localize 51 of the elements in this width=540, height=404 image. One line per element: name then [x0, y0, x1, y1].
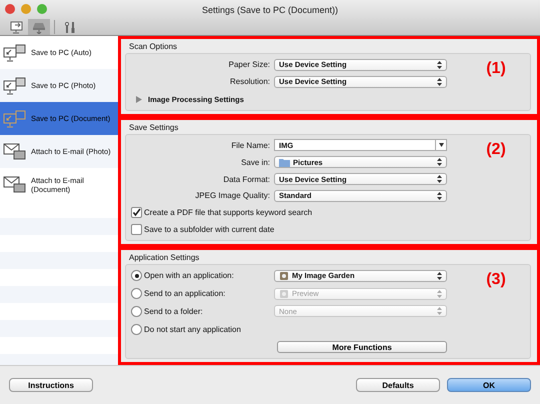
- tools-icon: [63, 20, 77, 34]
- radio-button[interactable]: [131, 324, 142, 335]
- field-label: Paper Size:: [228, 60, 271, 70]
- callout-number: (1): [485, 59, 507, 79]
- window-title: Settings (Save to PC (Document)): [202, 4, 338, 14]
- folder-icon: [279, 158, 290, 167]
- close-button[interactable]: [5, 4, 15, 14]
- callout-number: (3): [485, 270, 507, 290]
- updown-arrow-icon: [437, 158, 442, 166]
- computer-document-icon: [3, 44, 27, 62]
- defaults-button[interactable]: Defaults: [356, 378, 440, 392]
- radio-label: Do not start any application: [144, 324, 241, 334]
- zoom-button[interactable]: [37, 4, 47, 14]
- updown-arrow-icon: [437, 175, 442, 184]
- radio-label: Send to a folder:: [144, 306, 203, 316]
- field-label: Save in:: [240, 158, 271, 167]
- radio-label: Open with an application:: [144, 271, 234, 280]
- updown-arrow-icon: [437, 290, 442, 298]
- updown-arrow-icon: [437, 78, 442, 86]
- section-title: Scan Options: [129, 42, 178, 51]
- computer-document-icon: [3, 110, 27, 128]
- app-icon: [279, 270, 289, 281]
- checkbox-label: Create a PDF file that supports keyword search: [144, 208, 312, 218]
- disclosure-triangle[interactable]: [136, 96, 142, 103]
- instructions-button[interactable]: Instructions: [9, 378, 93, 392]
- scanner-icon: [32, 20, 46, 34]
- down-arrow-icon: [438, 143, 444, 148]
- updown-arrow-icon: [437, 307, 442, 316]
- section-title: Application Settings: [129, 253, 200, 262]
- updown-arrow-icon: [437, 272, 442, 280]
- section-title: Save Settings: [129, 123, 180, 132]
- minimize-button[interactable]: [21, 4, 31, 14]
- checkbox[interactable]: [131, 224, 142, 236]
- field-label: JPEG Image Quality:: [194, 191, 271, 200]
- callout-number: (2): [485, 140, 507, 160]
- envelope-icon: [3, 142, 27, 160]
- computer-arrow-icon: [10, 20, 24, 34]
- app-icon: [279, 288, 289, 299]
- ok-button[interactable]: OK: [447, 378, 531, 392]
- updown-arrow-icon: [437, 60, 442, 69]
- checkbox[interactable]: [131, 207, 142, 218]
- envelope-icon: [3, 176, 27, 194]
- field-label: Data Format:: [222, 174, 271, 184]
- more-functions-button[interactable]: More Functions: [277, 341, 447, 354]
- computer-document-icon: [3, 76, 27, 94]
- radio-button[interactable]: [131, 270, 142, 282]
- field-label: Resolution:: [228, 77, 271, 86]
- radio-label: Send to an application:: [144, 289, 226, 298]
- checkbox-label: Save to a subfolder with current date: [144, 225, 274, 234]
- field-label: File Name:: [230, 140, 271, 150]
- updown-arrow-icon: [437, 192, 442, 200]
